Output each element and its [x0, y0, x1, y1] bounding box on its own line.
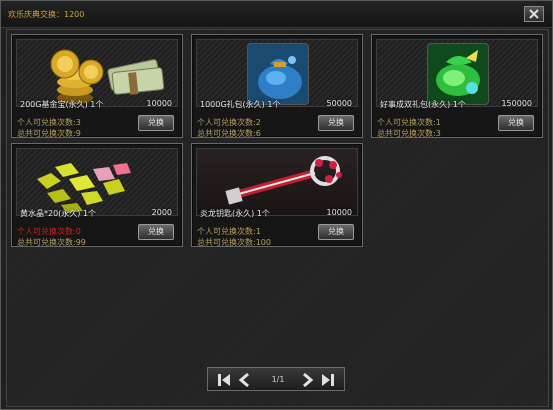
item-image — [196, 148, 358, 216]
dragon-key-icon — [225, 156, 342, 205]
blue-gift-bag-icon — [258, 56, 302, 99]
exchange-button[interactable]: 兑换 — [138, 115, 174, 131]
item-name: 炎龙钥匙(永久) 1个 — [200, 209, 270, 218]
item-cost: 10000 — [146, 99, 172, 108]
item-card: 好事成双礼包(永久) 1个 150000 个人可兑换次数:1 总共可兑换次数:3… — [371, 34, 543, 138]
total-limit: 总共可兑换次数:99 — [17, 238, 86, 247]
item-cost: 2000 — [151, 208, 172, 217]
window-title: 欢乐庆典交换：1200 — [8, 10, 85, 19]
green-gift-bag-icon — [436, 50, 480, 96]
exchange-button[interactable]: 兑换 — [318, 224, 354, 240]
personal-limit: 个人可兑换次数:1 — [197, 227, 261, 236]
item-cost: 10000 — [326, 208, 352, 217]
item-card: 1000G礼包(永久) 1个 50000 个人可兑换次数:2 总共可兑换次数:6… — [191, 34, 363, 138]
item-image — [16, 148, 178, 216]
exchange-window: 欢乐庆典交换：1200 200G基金宝(永久) 1个 10000 个人可兑换次数… — [0, 0, 553, 410]
total-limit: 总共可兑换次数:3 — [377, 129, 441, 138]
first-page-icon — [218, 374, 230, 386]
close-icon — [529, 9, 539, 19]
item-name: 好事成双礼包(永久) 1个 — [380, 100, 466, 109]
item-card: 黄水晶*20(永久) 1个 2000 个人可兑换次数:0 总共可兑换次数:99 … — [11, 143, 183, 247]
item-name: 黄水晶*20(永久) 1个 — [20, 209, 97, 218]
yellow-crystals-icon — [37, 163, 131, 213]
title-bar: 欢乐庆典交换：1200 — [1, 1, 552, 28]
exchange-button[interactable]: 兑换 — [318, 115, 354, 131]
item-image — [376, 39, 538, 107]
item-card: 炎龙钥匙(永久) 1个 10000 个人可兑换次数:1 总共可兑换次数:100 … — [191, 143, 363, 247]
prev-page-icon — [238, 372, 249, 388]
prev-page-button[interactable] — [236, 372, 252, 388]
item-cost: 150000 — [501, 99, 532, 108]
item-image — [196, 39, 358, 107]
items-panel: 200G基金宝(永久) 1个 10000 个人可兑换次数:3 总共可兑换次数:9… — [6, 29, 549, 407]
personal-limit: 个人可兑换次数:1 — [377, 118, 441, 127]
last-page-icon — [322, 374, 334, 386]
total-limit: 总共可兑换次数:9 — [17, 129, 81, 138]
total-limit: 总共可兑换次数:100 — [197, 238, 271, 247]
icon-frame — [247, 43, 309, 105]
page-indicator: 1/1 — [271, 375, 285, 384]
item-image — [16, 39, 178, 107]
personal-limit: 个人可兑换次数:0 — [17, 227, 81, 236]
total-limit: 总共可兑换次数:6 — [197, 129, 261, 138]
close-button[interactable] — [524, 6, 544, 22]
personal-limit: 个人可兑换次数:2 — [197, 118, 261, 127]
personal-limit: 个人可兑换次数:3 — [17, 118, 81, 127]
exchange-button[interactable]: 兑换 — [498, 115, 534, 131]
pagination: 1/1 — [207, 367, 345, 391]
icon-frame — [427, 43, 489, 105]
next-page-button[interactable] — [300, 372, 316, 388]
exchange-button[interactable]: 兑换 — [138, 224, 174, 240]
first-page-button[interactable] — [216, 372, 232, 388]
item-card: 200G基金宝(永久) 1个 10000 个人可兑换次数:3 总共可兑换次数:9… — [11, 34, 183, 138]
last-page-button[interactable] — [320, 372, 336, 388]
item-cost: 50000 — [326, 99, 352, 108]
item-name: 200G基金宝(永久) 1个 — [20, 100, 104, 109]
gold-coins-icon — [50, 49, 165, 104]
next-page-icon — [303, 372, 314, 388]
item-name: 1000G礼包(永久) 1个 — [200, 100, 281, 109]
